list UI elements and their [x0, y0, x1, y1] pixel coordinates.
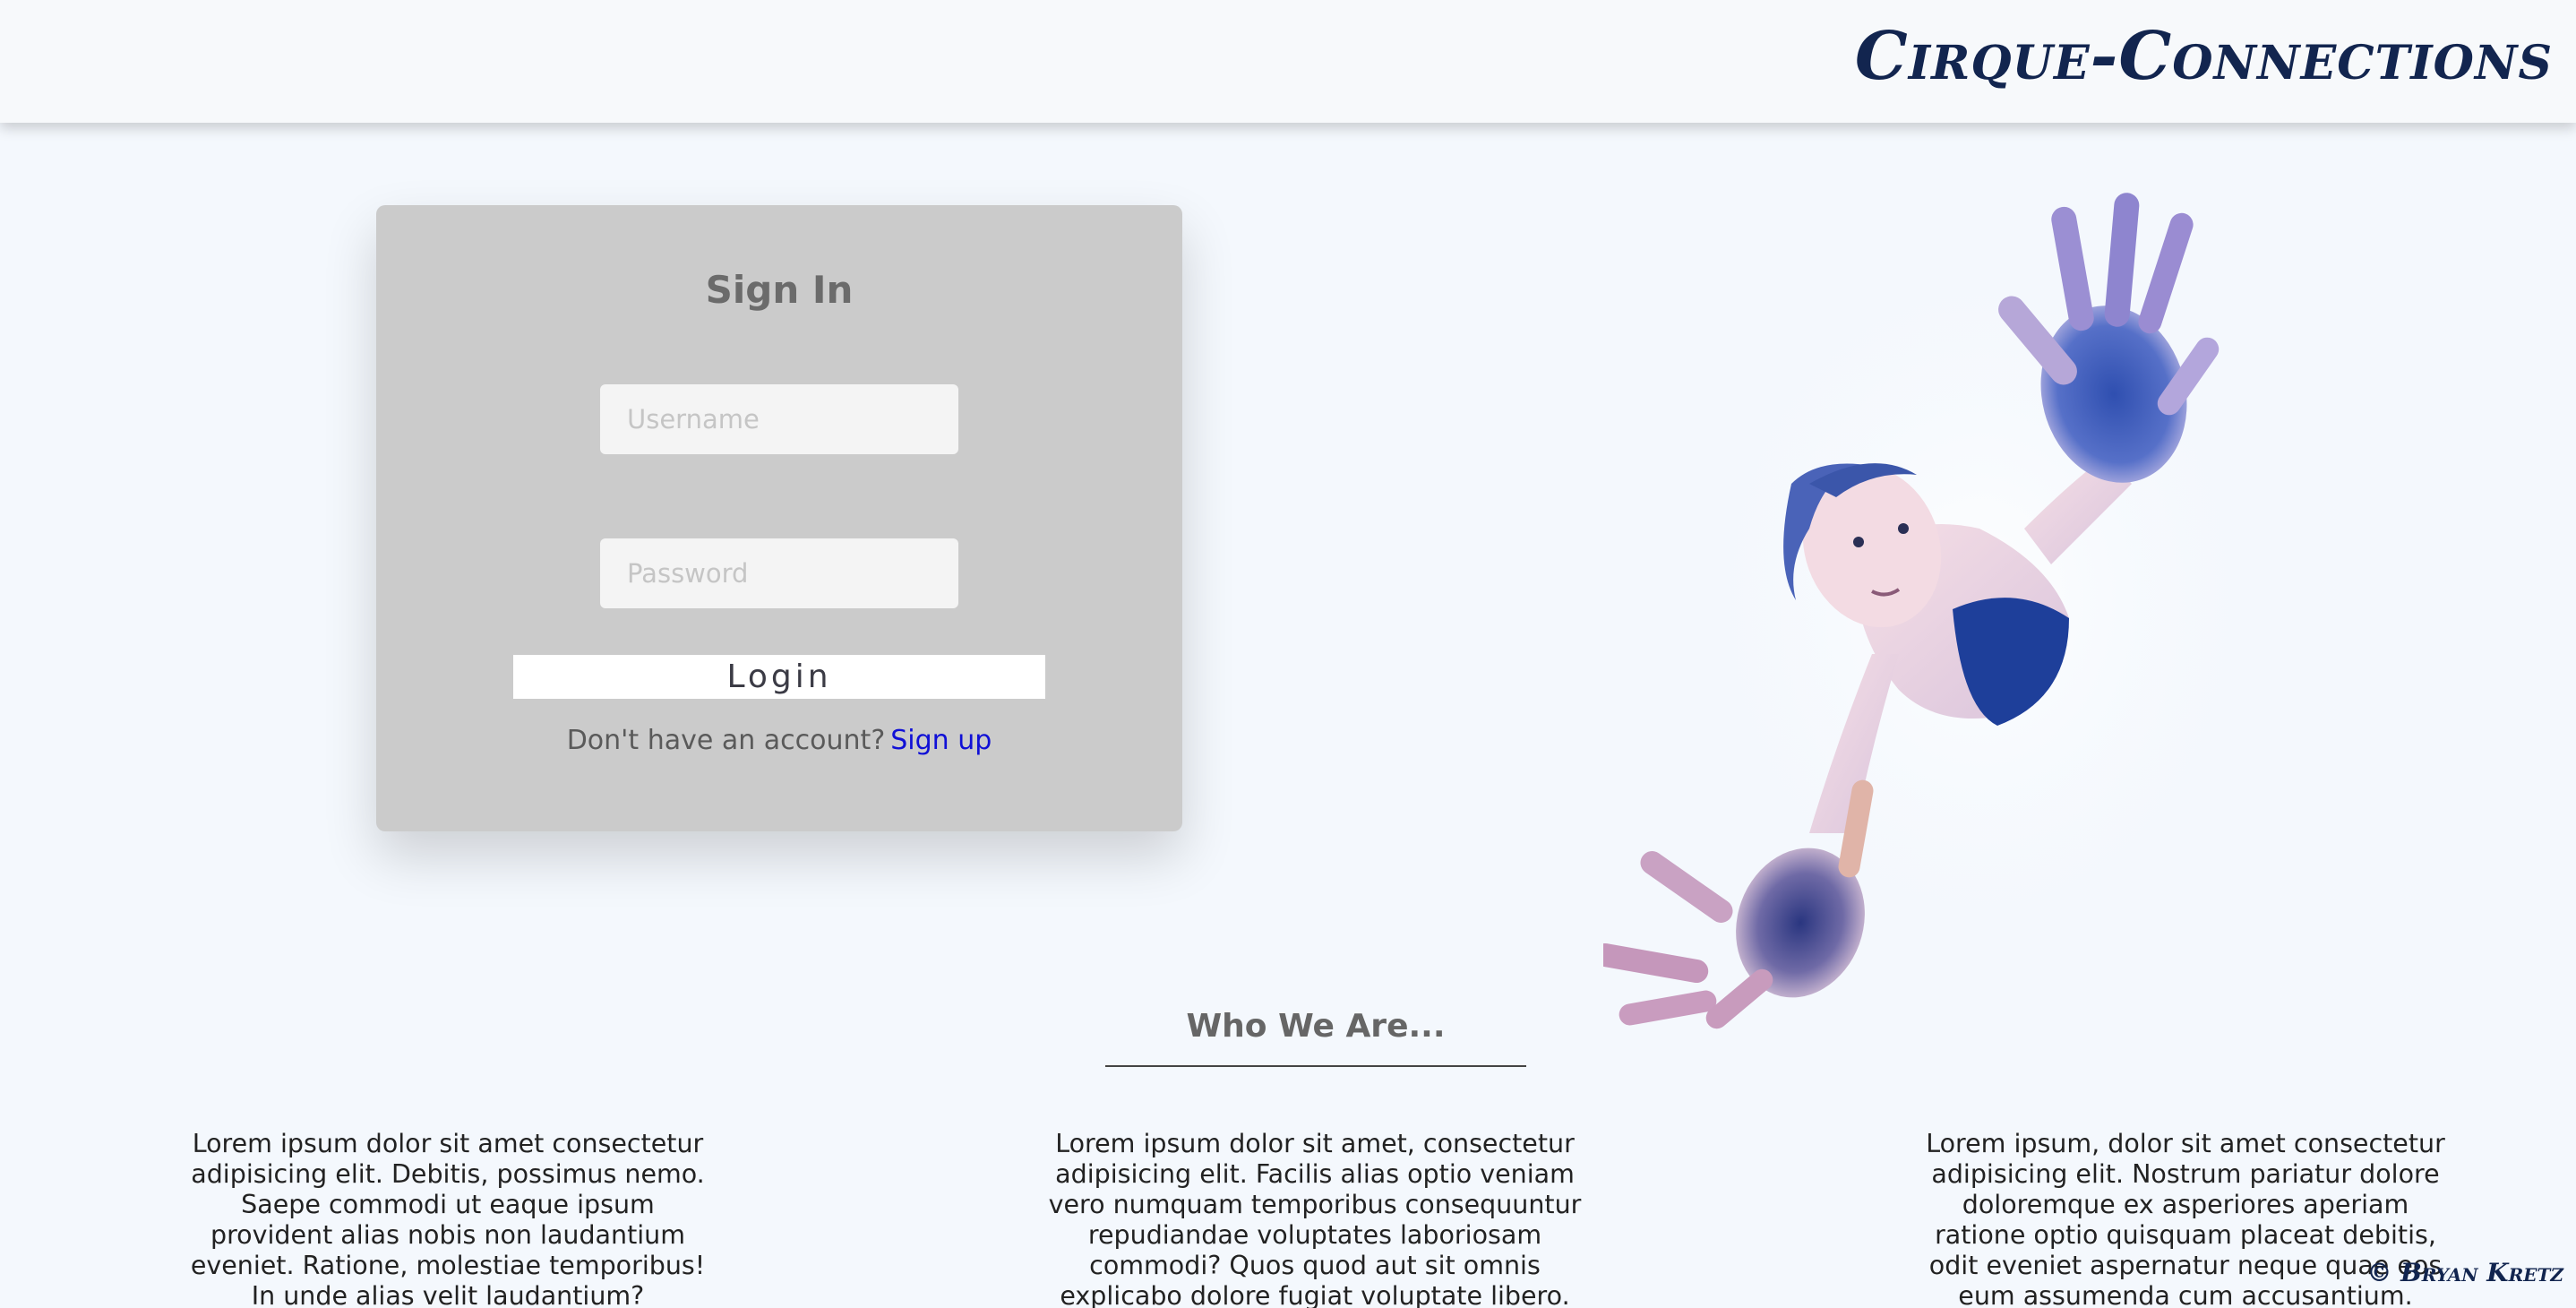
about-column-2: Lorem ipsum dolor sit amet, consectetur … — [1048, 1129, 1582, 1308]
heading-underline — [1105, 1065, 1526, 1067]
copyright-text: © Bryan Kretz — [2366, 1258, 2563, 1287]
signup-prompt: Don't have an account? Sign up — [376, 725, 1182, 756]
who-we-are-heading: Who We Are... — [1186, 1008, 1446, 1045]
password-input[interactable] — [600, 538, 958, 608]
sign-up-link[interactable]: Sign up — [890, 725, 992, 756]
brand-logo[interactable]: Cirque-Connections — [1855, 23, 2553, 90]
sign-in-card: Sign In Login Don't have an account?Sign… — [376, 205, 1182, 831]
page: Cirque-Connections Sign In Login Don't h… — [0, 0, 2576, 1308]
sign-in-title: Sign In — [705, 268, 854, 312]
login-button[interactable]: Login — [513, 655, 1045, 699]
no-account-text: Don't have an account? — [566, 725, 886, 756]
about-column-1: Lorem ipsum dolor sit amet consectetur a… — [190, 1129, 706, 1308]
acrobat-photo — [1603, 193, 2302, 1029]
username-input[interactable] — [600, 384, 958, 454]
top-navbar: Cirque-Connections — [0, 0, 2576, 123]
